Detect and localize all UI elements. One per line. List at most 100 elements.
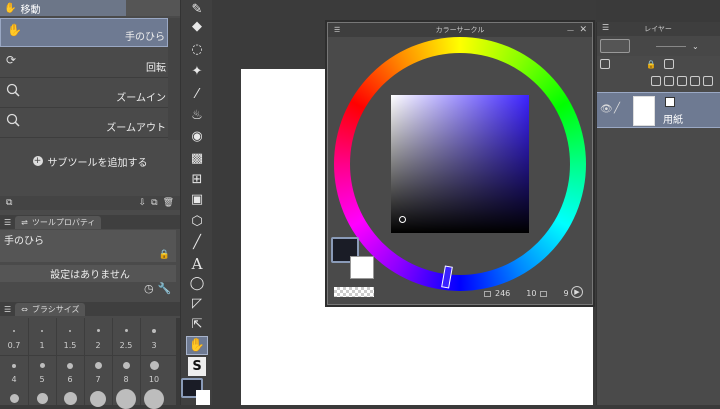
gradient-icon[interactable]: ▣ xyxy=(186,190,208,209)
color-circle-titlebar[interactable]: ☰ カラーサークル — ✕ xyxy=(328,23,592,37)
hand-icon: ✋ xyxy=(7,23,22,37)
eye-icon[interactable]: 👁 xyxy=(600,104,613,115)
plus-circle-icon: + xyxy=(32,156,43,166)
tool-property-icons: ◷ 🔧 xyxy=(144,282,171,295)
brush-size-dot[interactable] xyxy=(150,361,159,370)
tab-brush-size[interactable]: ⇔ ブラシサイズ xyxy=(15,302,86,316)
trash-icon[interactable]: 🗑 xyxy=(163,198,174,208)
airbrush-icon[interactable]: ♨ xyxy=(186,106,208,125)
color-circle-window: ☰ カラーサークル — ✕ 246 10 9 ▶ xyxy=(327,22,593,305)
eyedropper-icon[interactable]: ⁄ xyxy=(186,85,208,104)
pattern-icon[interactable]: ▩ xyxy=(186,149,208,168)
frame-icon[interactable]: ◸ xyxy=(186,294,208,313)
lock-icon[interactable]: 🔒 xyxy=(159,250,170,260)
operation-icon[interactable]: ⇱ xyxy=(186,315,208,334)
menu-icon[interactable]: ☰ xyxy=(334,23,340,37)
hand-tool-icon[interactable]: ✋ xyxy=(186,336,208,355)
brush-size-dot[interactable] xyxy=(64,392,77,405)
text-icon[interactable]: A xyxy=(186,254,208,273)
brush-size-dot[interactable] xyxy=(10,394,19,403)
no-settings-text: 設定はありません xyxy=(50,270,130,281)
snap-icon[interactable]: S xyxy=(188,357,206,376)
tool-property-name: 手のひら xyxy=(4,236,44,247)
brush-size-dot[interactable] xyxy=(144,389,164,409)
subtool-item-label: 手のひら xyxy=(125,32,165,43)
brush-size-dot[interactable] xyxy=(123,362,130,369)
subtool-item-hand[interactable]: ✋ 手のひら xyxy=(0,18,168,47)
subtool-header-space xyxy=(126,0,180,16)
layer-panel: ☰ ⌄ 🔒 👁 ╱ 用紙 xyxy=(596,22,720,405)
rotate-icon: ⟳ xyxy=(6,53,17,67)
brush-size-dot[interactable] xyxy=(116,389,136,409)
layer-list-empty xyxy=(597,129,720,405)
transparent-color-swatch[interactable] xyxy=(334,287,374,297)
layer-name: 用紙 xyxy=(663,115,683,126)
eraser-icon[interactable]: ◆ xyxy=(186,17,208,36)
subtool-item-rotate[interactable]: ⟳ 回転 xyxy=(0,49,168,78)
edit-pen-icon[interactable]: ╱ xyxy=(614,103,620,114)
brush-size-label: 3 xyxy=(151,341,157,350)
zoom-in-icon xyxy=(6,83,20,97)
blend-mode-select[interactable] xyxy=(600,39,630,53)
merge-layer-icon[interactable] xyxy=(690,76,700,86)
grid-icon[interactable]: ⊞ xyxy=(186,170,208,189)
brush-size-dot[interactable] xyxy=(97,329,100,332)
3d-object-icon[interactable]: ⬡ xyxy=(186,212,208,231)
brush-size-dot[interactable] xyxy=(37,393,48,404)
subtool-item-zoom-out[interactable]: ズームアウト xyxy=(0,109,168,138)
chevron-down-icon[interactable]: ⌄ xyxy=(692,42,699,51)
menu-icon[interactable]: ☰ xyxy=(4,218,11,227)
sub-color-swatch[interactable] xyxy=(350,256,374,279)
brush-size-label: 2.5 xyxy=(119,341,133,350)
copy-icon[interactable]: ⇩ xyxy=(139,198,147,208)
reference-icon[interactable] xyxy=(663,59,674,69)
duplicate-icon[interactable]: ⧉ xyxy=(151,198,157,208)
brush-size-dot[interactable] xyxy=(125,329,128,332)
subtool-item-label: 回転 xyxy=(146,63,166,74)
new-raster-layer-icon[interactable] xyxy=(651,76,661,86)
brush-size-dot[interactable] xyxy=(40,363,45,368)
brush-size-icon: ⇔ xyxy=(21,304,28,314)
subtool-item-zoom-in[interactable]: ズームイン xyxy=(0,79,168,108)
line-icon[interactable]: ╱ xyxy=(186,233,208,252)
menu-icon[interactable]: ☰ xyxy=(4,305,11,314)
brush-size-dot[interactable] xyxy=(12,364,16,368)
new-folder-icon[interactable] xyxy=(677,76,687,86)
subtool-settings-icon[interactable]: ⧉ xyxy=(6,198,12,208)
brush-size-dot[interactable] xyxy=(69,330,71,332)
clip-icon[interactable] xyxy=(600,59,610,69)
subtool-scrollbar[interactable] xyxy=(168,18,180,140)
layer-panel-title: レイヤー xyxy=(644,25,672,33)
hue-value: 246 xyxy=(495,289,511,298)
add-subtool-button[interactable]: + サブツールを追加する xyxy=(0,150,180,172)
tab-tool-property[interactable]: ⇌ ツールプロパティ xyxy=(15,215,102,229)
opacity-slider[interactable] xyxy=(656,45,686,47)
sv-picker-marker[interactable] xyxy=(399,216,406,223)
lasso-icon[interactable]: ◌ xyxy=(186,40,208,59)
minimize-icon[interactable]: — xyxy=(567,23,574,37)
sub-color-swatch[interactable] xyxy=(196,390,210,405)
layer-row-paper[interactable]: 👁 ╱ 用紙 xyxy=(597,92,720,128)
brush-size-dot[interactable] xyxy=(41,330,43,332)
brush-size-dot[interactable] xyxy=(152,329,156,333)
lock-icon[interactable]: 🔒 xyxy=(646,60,656,69)
brush-size-label: 0.7 xyxy=(7,341,21,350)
play-icon[interactable]: ▶ xyxy=(571,286,583,298)
delete-layer-icon[interactable] xyxy=(703,76,713,86)
fill-icon[interactable]: ◉ xyxy=(186,127,208,146)
new-vector-layer-icon[interactable] xyxy=(664,76,674,86)
brush-size-label: 4 xyxy=(11,375,17,384)
brush-size-dot[interactable] xyxy=(13,330,15,332)
brush-size-dot[interactable] xyxy=(95,362,102,369)
subtool-group-tab[interactable]: ✋ 移動 xyxy=(0,0,126,16)
balloon-icon[interactable]: ◯ xyxy=(186,274,208,293)
brush-size-label: 10 xyxy=(148,375,160,384)
add-subtool-label: サブツールを追加する xyxy=(47,157,148,169)
wrench-icon[interactable]: 🔧 xyxy=(158,282,172,295)
layer-option-row: 🔒 xyxy=(597,58,720,70)
close-icon[interactable]: ✕ xyxy=(579,23,587,37)
dial-icon[interactable]: ◷ xyxy=(144,282,154,295)
saturation-value-square[interactable] xyxy=(391,95,529,233)
brush-size-dot[interactable] xyxy=(67,363,73,369)
magic-wand-icon[interactable]: ✦ xyxy=(186,62,208,81)
